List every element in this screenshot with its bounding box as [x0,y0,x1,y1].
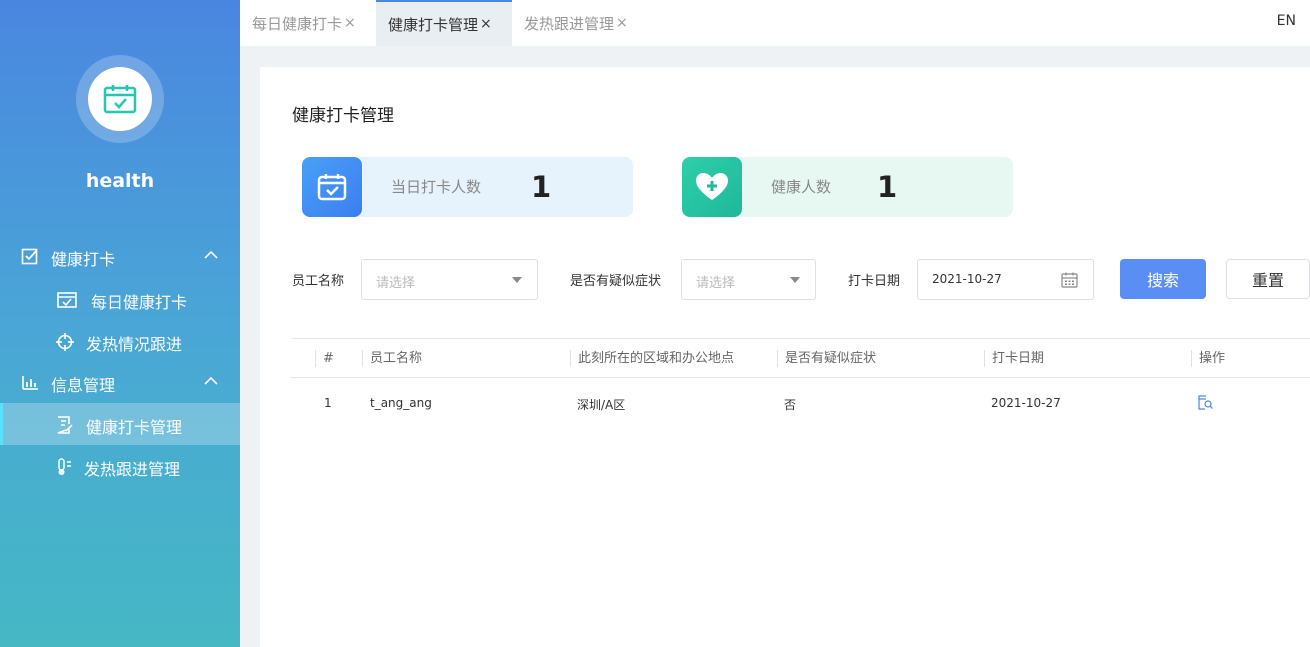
reset-button[interactable]: 重置 [1226,259,1310,299]
close-icon[interactable]: × [480,16,492,32]
tab-fever-management[interactable]: 发热跟进管理 × [512,0,648,46]
table-header: # 员工名称 此刻所在的区域和办公地点 是否有疑似症状 打卡日期 操作 [291,338,1310,378]
menu-group-health-checkin[interactable]: 健康打卡 [0,236,240,276]
app-name: health [85,170,155,192]
calendar-check-icon [103,85,137,114]
filter-label-date: 打卡日期 [848,274,901,289]
sidebar-item-label: 健康打卡管理 [86,418,183,437]
filter-label-employee: 员工名称 [292,274,345,289]
page-title: 健康打卡管理 [292,106,394,126]
sidebar-item-label: 每日健康打卡 [91,293,188,312]
bar-chart-icon [22,376,38,390]
filter-label-symptom: 是否有疑似症状 [570,274,662,289]
stat-value: 1 [877,170,898,204]
stat-card-checkin-count: 当日打卡人数 1 [302,157,633,217]
column-header: 是否有疑似症状 [777,350,876,367]
sidebar-item-label: 发热跟进管理 [84,460,181,479]
menu-group-label: 健康打卡 [51,250,116,269]
stat-icon-box [302,157,362,217]
tab-label: 发热跟进管理 [524,14,615,33]
thermometer-icon [58,458,71,475]
checkbox-icon [21,248,38,265]
employee-select[interactable]: 请选择 [361,259,538,300]
menu-group-info-management[interactable]: 信息管理 [0,362,240,402]
column-header: 操作 [1191,350,1225,367]
close-icon[interactable]: × [616,15,628,31]
column-header: # [315,350,334,367]
search-button[interactable]: 搜索 [1120,259,1206,299]
symptom-select[interactable]: 请选择 [681,259,816,300]
tab-label: 每日健康打卡 [252,14,343,33]
sidebar-item-fever-followup[interactable]: 发热情况跟进 [0,320,240,362]
caret-down-icon [512,277,522,283]
heart-plus-icon [696,173,728,200]
cell-employee-name: t_ang_ang [370,396,432,410]
stat-label: 健康人数 [771,178,832,196]
chevron-up-icon[interactable] [204,376,218,386]
sidebar-item-checkin-management[interactable]: 健康打卡管理 [0,403,240,445]
chevron-up-icon[interactable] [204,250,218,260]
crosshair-icon [56,333,74,351]
menu-group-label: 信息管理 [51,376,116,395]
table-row: 1 t_ang_ang 深圳/A区 否 2021-10-27 [291,378,1310,426]
symptom-select-placeholder: 请选择 [696,276,736,291]
document-edit-icon [57,416,73,434]
tab-daily-checkin[interactable]: 每日健康打卡 × [240,0,376,46]
cell-index: 1 [324,396,332,410]
cell-location: 深圳/A区 [577,398,626,412]
column-header: 此刻所在的区域和办公地点 [570,350,734,367]
sidebar-item-daily-checkin[interactable]: 每日健康打卡 [0,278,240,320]
tab-label: 健康打卡管理 [388,15,479,34]
column-header: 员工名称 [362,350,422,367]
sidebar-item-label: 发热情况跟进 [86,335,183,354]
sidebar-item-fever-management[interactable]: 发热跟进管理 [0,445,240,487]
cell-symptom: 否 [784,398,797,412]
column-header: 打卡日期 [984,350,1044,367]
language-toggle[interactable]: EN [1277,13,1296,29]
cell-date: 2021-10-27 [991,396,1061,410]
app-logo [76,55,164,143]
calendar-check-icon [57,292,77,308]
stat-icon-box [682,157,742,217]
sidebar: health 健康打卡 每日健康打卡 发热情况跟进 信息管理 健康打卡管理 发热… [0,0,240,647]
tab-checkin-management[interactable]: 健康打卡管理 × [376,0,512,46]
close-icon[interactable]: × [344,15,356,31]
employee-select-placeholder: 请选择 [376,276,416,291]
calendar-check-icon [317,174,347,201]
tab-bar: 每日健康打卡 × 健康打卡管理 × 发热跟进管理 × EN [240,0,1310,46]
stat-label: 当日打卡人数 [391,178,482,196]
date-picker-value: 2021-10-27 [932,272,1002,286]
calendar-icon [1061,272,1078,288]
date-picker[interactable]: 2021-10-27 [917,259,1094,300]
caret-down-icon [790,277,800,283]
stat-value: 1 [531,170,552,204]
view-detail-icon[interactable] [1197,394,1213,410]
stat-card-healthy-count: 健康人数 1 [682,157,1013,217]
